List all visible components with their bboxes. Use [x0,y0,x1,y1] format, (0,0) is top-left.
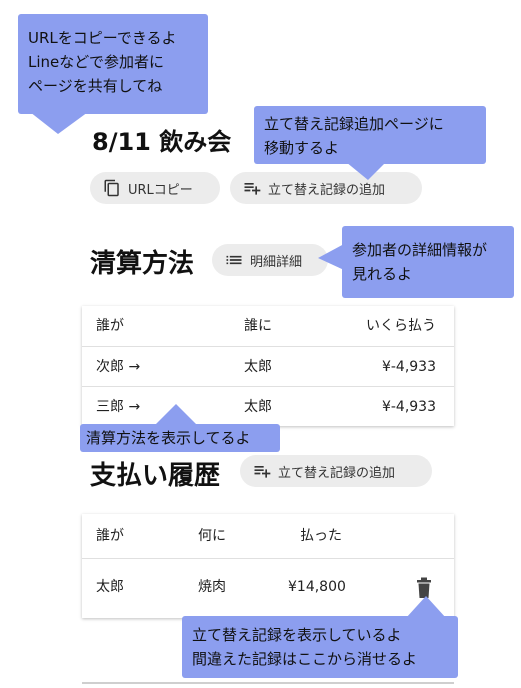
paid-cell: ¥14,800 [288,579,346,595]
tooltip-line: ページを共有してね [28,77,163,95]
tooltip-history-tail [406,596,446,618]
add-record-label: 立て替え記録の追加 [268,182,386,198]
tooltip-settlement: 清算方法を表示してるよ [80,424,280,452]
event-title: 8/11 飲み会 [92,128,232,156]
column-header: 払った [300,528,342,544]
table-row: 太郎 焼肉 ¥14,800 [82,558,454,618]
details-label: 明細詳細 [250,254,303,270]
amount-cell: ¥-4,933 [381,359,436,375]
history-table: 誰が 何に 払った 太郎 焼肉 ¥14,800 [82,514,454,618]
payee-cell: 太郎 [244,359,272,375]
tooltip-line: Lineなどで参加者に [28,53,164,71]
table-row: 三郎 → 太郎 ¥-4,933 [82,386,454,426]
tooltip-line: 参加者の詳細情報が [352,241,488,259]
tooltip-line: 間違えた記録はここから消せるよ [192,650,418,668]
payer-cell: 次郎 → [96,359,141,375]
settlement-heading: 清算方法 [90,249,195,279]
history-add-record-button[interactable]: 立て替え記録の追加 [240,455,432,487]
tooltip-url-copy-tail [30,112,88,134]
tooltip-line: 立て替え記録を表示しているよ [192,626,402,644]
column-header: 誰が [96,318,124,334]
column-header: 誰に [244,318,272,334]
tooltip-history: 立て替え記録を表示しているよ 間違えた記録はここから消せるよ [182,616,458,678]
table-header-row: 誰が 何に 払った [82,516,454,558]
playlist-add-icon [252,461,272,481]
amount-cell: ¥-4,933 [381,399,436,415]
footer-divider [82,682,454,684]
list-icon [224,250,244,270]
tooltip-line: 移動するよ [264,139,340,157]
tooltip-add-record-tail [346,162,386,180]
column-header: いくら払う [366,318,436,334]
tooltip-participants: 参加者の詳細情報が 見れるよ [342,226,514,298]
copy-url-label: URLコピー [128,182,193,198]
details-button[interactable]: 明細詳細 [212,244,328,276]
settlement-table: 誰が 誰に いくら払う 次郎 → 太郎 ¥-4,933 三郎 → 太郎 ¥-4,… [82,306,454,426]
tooltip-line: 清算方法を表示してるよ [86,429,251,447]
table-row: 次郎 → 太郎 ¥-4,933 [82,346,454,386]
copy-url-button[interactable]: URLコピー [90,172,220,204]
add-record-button[interactable]: 立て替え記録の追加 [230,172,422,204]
history-heading: 支払い履歴 [90,461,221,491]
table-header-row: 誰が 誰に いくら払う [82,306,454,346]
tooltip-participants-tail [318,244,344,270]
payer-cell: 三郎 → [96,399,141,415]
tooltip-line: 立て替え記録追加ページに [264,115,444,133]
column-header: 何に [198,528,226,544]
payee-cell: 太郎 [244,399,272,415]
tooltip-line: URLをコピーできるよ [28,29,177,47]
tooltip-settlement-tail [156,404,196,424]
playlist-add-icon [242,178,262,198]
copy-icon [102,178,122,198]
item-cell: 焼肉 [198,579,226,595]
column-header: 誰が [96,528,124,544]
tooltip-line: 見れるよ [352,265,413,283]
tooltip-add-record: 立て替え記録追加ページに 移動するよ [254,106,486,164]
tooltip-url-copy: URLをコピーできるよ Lineなどで参加者に ページを共有してね [18,14,208,114]
payer-cell: 太郎 [96,579,124,595]
history-add-record-label: 立て替え記録の追加 [278,465,396,481]
